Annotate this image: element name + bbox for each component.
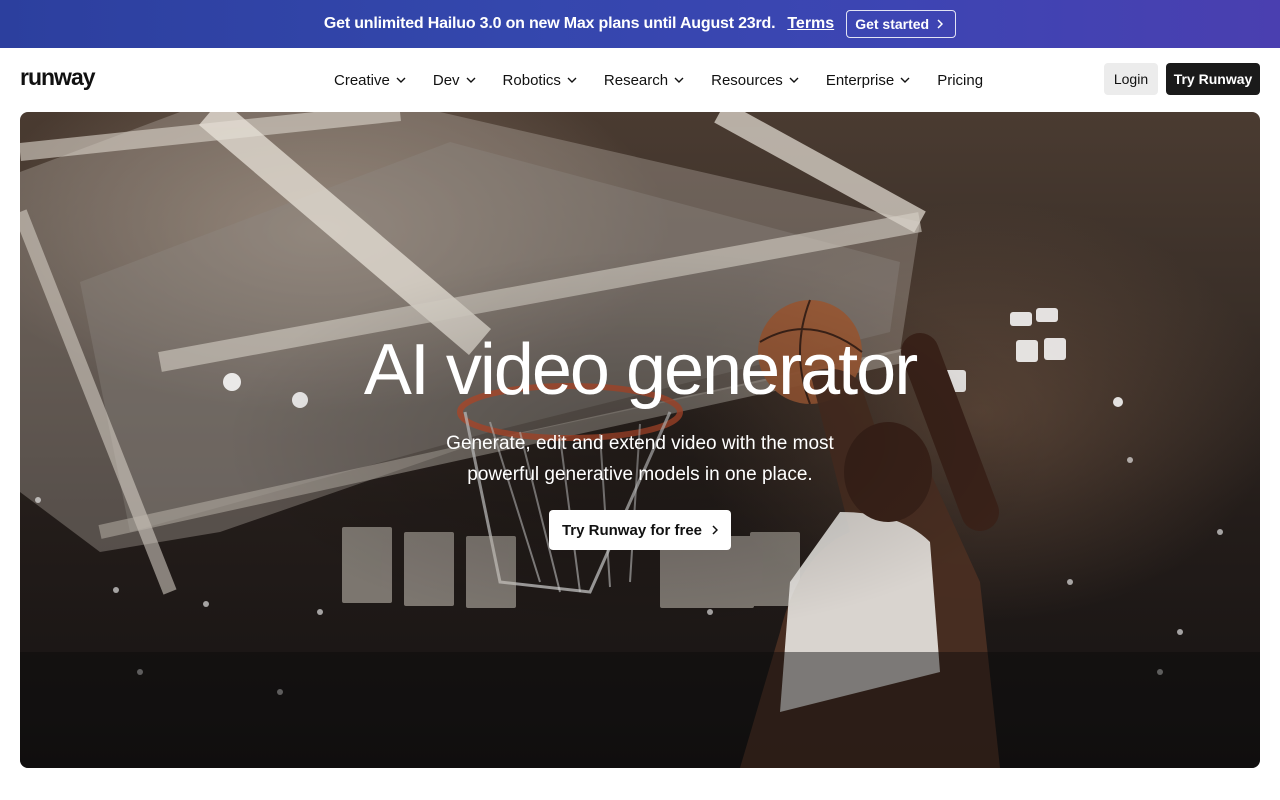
chevron-down-icon	[900, 77, 910, 83]
site-header: runway Creative Dev Robotics Research Re…	[0, 48, 1280, 112]
terms-link[interactable]: Terms	[787, 15, 834, 33]
nav-item-resources[interactable]: Resources	[711, 72, 799, 89]
nav-item-research[interactable]: Research	[604, 72, 684, 89]
chevron-right-icon	[937, 19, 944, 29]
chevron-right-icon	[712, 525, 719, 535]
chevron-down-icon	[789, 77, 799, 83]
nav-label: Resources	[711, 71, 783, 89]
hero-cta-label: Try Runway for free	[561, 521, 703, 539]
nav-item-pricing[interactable]: Pricing	[937, 72, 983, 89]
hero-section: AI video generator Generate, edit and ex…	[20, 112, 1260, 768]
get-started-label: Get started	[855, 16, 930, 32]
nav-label: Enterprise	[825, 71, 895, 89]
chevron-down-icon	[466, 77, 476, 83]
nav-item-dev[interactable]: Dev	[433, 72, 476, 89]
chevron-down-icon	[674, 77, 684, 83]
promo-text: Get unlimited Hailuo 3.0 on new Max plan…	[323, 15, 776, 32]
main-nav: Creative Dev Robotics Research Resources…	[334, 48, 983, 112]
try-runway-button[interactable]: Try Runway	[1166, 63, 1260, 95]
nav-item-enterprise[interactable]: Enterprise	[826, 72, 910, 89]
nav-label: Research	[603, 71, 669, 89]
hero-subtitle: Generate, edit and extend video with the…	[446, 433, 834, 485]
hero-title: AI video generator	[363, 330, 918, 410]
try-runway-free-button[interactable]: Try Runway for free	[549, 510, 731, 550]
nav-label: Pricing	[937, 71, 984, 89]
login-button[interactable]: Login	[1104, 63, 1158, 95]
promo-banner: Get unlimited Hailuo 3.0 on new Max plan…	[0, 0, 1280, 48]
nav-item-robotics[interactable]: Robotics	[503, 72, 577, 89]
chevron-down-icon	[396, 77, 406, 83]
chevron-down-icon	[567, 77, 577, 83]
get-started-button[interactable]: Get started	[846, 10, 957, 38]
nav-label: Robotics	[502, 71, 561, 89]
nav-label: Dev	[432, 71, 460, 89]
nav-item-creative[interactable]: Creative	[334, 72, 406, 89]
nav-label: Creative	[334, 71, 390, 89]
runway-logo[interactable]: runway	[20, 64, 96, 91]
promo-content: Get unlimited Hailuo 3.0 on new Max plan…	[323, 10, 957, 38]
